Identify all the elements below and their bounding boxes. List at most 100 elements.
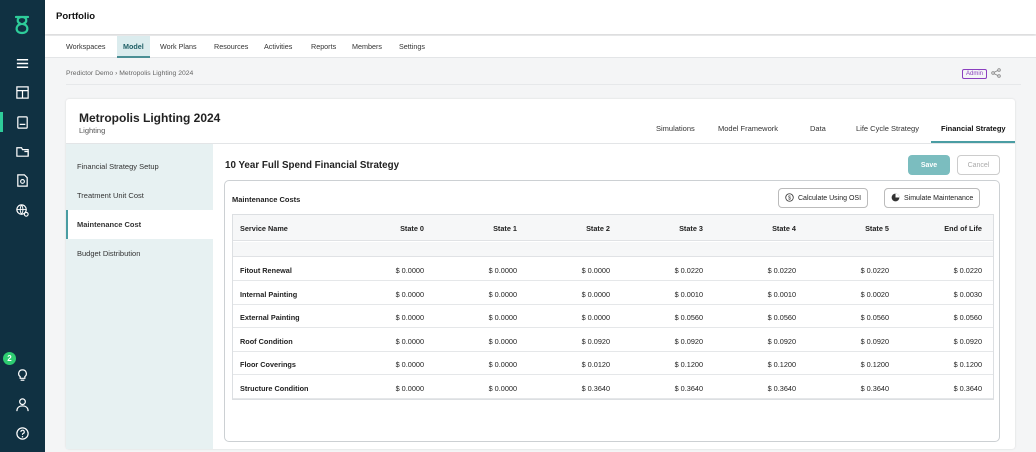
table-row[interactable]: Floor Coverings $ 0.0000 $ 0.0000 $ 0.0120 $… [233, 352, 993, 375]
cost-cell[interactable]: $ 0.0220 [861, 266, 889, 275]
cost-cell[interactable]: $ 0.0020 [861, 290, 889, 299]
cost-cell[interactable]: $ 0.0220 [768, 266, 796, 275]
tab-work-plans[interactable]: Work Plans [154, 36, 203, 58]
cancel-button[interactable]: Cancel [957, 155, 1000, 175]
column-header[interactable]: End of Life [944, 224, 982, 233]
side-nav-budget-distribution[interactable]: Budget Distribution [66, 239, 213, 268]
cost-cell[interactable]: $ 0.0560 [675, 313, 703, 322]
cost-cell[interactable]: $ 0.0920 [675, 337, 703, 346]
side-nav-financial-strategy-setup[interactable]: Financial Strategy Setup [66, 152, 213, 181]
side-nav-treatment-unit-cost[interactable]: Treatment Unit Cost [66, 181, 213, 210]
table-row[interactable]: Roof Condition $ 0.0000 $ 0.0000 $ 0.0920 $ … [233, 329, 993, 352]
cost-cell[interactable]: $ 0.0120 [582, 360, 610, 369]
cost-cell[interactable]: $ 0.0000 [489, 337, 517, 346]
table-row[interactable]: Internal Painting $ 0.0000 $ 0.0000 $ 0.000… [233, 282, 993, 305]
cost-cell[interactable]: $ 0.1200 [861, 360, 889, 369]
column-header[interactable]: State 5 [865, 224, 889, 233]
cost-cell[interactable]: $ 0.3640 [861, 384, 889, 393]
tab-settings[interactable]: Settings [393, 36, 431, 58]
cost-cell[interactable]: $ 0.0560 [768, 313, 796, 322]
tab-model-framework[interactable]: Model Framework [718, 124, 778, 133]
cost-cell[interactable]: $ 0.0920 [582, 337, 610, 346]
dollar-circle-icon: $ [785, 192, 794, 204]
model-icon[interactable] [0, 107, 45, 137]
folders-icon[interactable] [0, 136, 45, 166]
tab-resources[interactable]: Resources [208, 36, 254, 58]
column-header[interactable]: State 1 [493, 224, 517, 233]
column-header[interactable]: Service Name [240, 224, 288, 233]
reports-icon[interactable] [0, 165, 45, 195]
tab-members[interactable]: Members [346, 36, 388, 58]
tab-data[interactable]: Data [810, 124, 826, 133]
cost-cell[interactable]: $ 0.0000 [396, 384, 424, 393]
dashboard-icon[interactable] [0, 77, 45, 107]
table-filter-row [233, 242, 993, 257]
cost-cell[interactable]: $ 0.0920 [861, 337, 889, 346]
divider [66, 84, 1021, 85]
cost-cell[interactable]: $ 0.0920 [768, 337, 796, 346]
cost-cell[interactable]: $ 0.3640 [675, 384, 703, 393]
app-title: Portfolio [56, 11, 96, 22]
cost-cell[interactable]: $ 0.0220 [954, 266, 982, 275]
table-row[interactable]: External Painting $ 0.0000 $ 0.0000 $ 0.000… [233, 305, 993, 328]
cost-cell[interactable]: $ 0.0000 [396, 290, 424, 299]
cost-cell[interactable]: $ 0.0000 [396, 337, 424, 346]
table-row[interactable]: Fitout Renewal $ 0.0000 $ 0.0000 $ 0.0000 $ … [233, 258, 993, 281]
cost-cell[interactable]: $ 0.0000 [396, 266, 424, 275]
table-row[interactable]: Structure Condition $ 0.0000 $ 0.0000 $ 0.3… [233, 376, 993, 399]
share-icon[interactable] [991, 68, 1001, 78]
cost-cell[interactable]: $ 0.0000 [489, 313, 517, 322]
cost-cell[interactable]: $ 0.3640 [768, 384, 796, 393]
tab-simulations[interactable]: Simulations [656, 124, 695, 133]
tab-life-cycle-strategy[interactable]: Life Cycle Strategy [856, 124, 919, 133]
service-name-cell: Floor Coverings [240, 360, 296, 369]
panel-title: Maintenance Costs [232, 195, 301, 204]
tab-activities[interactable]: Activities [258, 36, 298, 58]
cost-cell[interactable]: $ 0.0000 [582, 290, 610, 299]
cost-cell[interactable]: $ 0.0000 [582, 313, 610, 322]
save-button[interactable]: Save [908, 155, 950, 175]
tab-workspaces[interactable]: Workspaces [60, 36, 111, 58]
pie-chart-icon [891, 193, 900, 204]
cost-cell[interactable]: $ 0.0000 [396, 360, 424, 369]
cost-cell[interactable]: $ 0.0030 [954, 290, 982, 299]
menu-icon[interactable] [0, 48, 45, 78]
cost-cell[interactable]: $ 0.3640 [954, 384, 982, 393]
column-header[interactable]: State 3 [679, 224, 703, 233]
main-nav: Workspaces Model Work Plans Resources Ac… [45, 36, 1036, 58]
strategy-title: 10 Year Full Spend Financial Strategy [225, 160, 400, 171]
user-icon[interactable] [0, 389, 45, 419]
cost-cell[interactable]: $ 0.3640 [582, 384, 610, 393]
breadcrumb[interactable]: Predictor Demo › Metropolis Lighting 202… [66, 70, 193, 77]
cost-cell[interactable]: $ 0.0920 [954, 337, 982, 346]
maintenance-costs-table: Service Name State 0 State 1 State 2 State 3… [232, 214, 994, 400]
cost-cell[interactable]: $ 0.0000 [489, 266, 517, 275]
cost-cell[interactable]: $ 0.1200 [954, 360, 982, 369]
tab-model[interactable]: Model [117, 36, 150, 58]
cost-cell[interactable]: $ 0.0560 [954, 313, 982, 322]
column-header[interactable]: State 0 [400, 224, 424, 233]
cost-cell[interactable]: $ 0.0010 [675, 290, 703, 299]
cost-cell[interactable]: $ 0.1200 [768, 360, 796, 369]
cost-cell[interactable]: $ 0.0220 [675, 266, 703, 275]
column-header[interactable]: State 4 [772, 224, 796, 233]
cost-cell[interactable]: $ 0.0000 [489, 290, 517, 299]
cost-cell[interactable]: $ 0.0000 [489, 384, 517, 393]
cost-cell[interactable]: $ 0.0000 [396, 313, 424, 322]
globe-settings-icon[interactable] [0, 195, 45, 225]
cost-cell[interactable]: $ 0.0000 [582, 266, 610, 275]
cost-cell[interactable]: $ 0.0010 [768, 290, 796, 299]
lightbulb-icon[interactable] [0, 360, 45, 390]
cost-cell[interactable]: $ 0.0000 [489, 360, 517, 369]
side-nav-maintenance-cost[interactable]: Maintenance Cost [66, 210, 213, 239]
cost-cell[interactable]: $ 0.0560 [861, 313, 889, 322]
column-header[interactable]: State 2 [586, 224, 610, 233]
cost-cell[interactable]: $ 0.1200 [675, 360, 703, 369]
tab-reports[interactable]: Reports [305, 36, 342, 58]
help-icon[interactable] [0, 418, 45, 448]
tab-financial-strategy[interactable]: Financial Strategy [941, 124, 1006, 133]
top-bar: Portfolio [45, 0, 1036, 34]
simulate-maintenance-button[interactable]: Simulate Maintenance [884, 188, 981, 208]
app-logo[interactable] [11, 14, 33, 36]
calculate-using-osi-button[interactable]: $ Calculate Using OSI [778, 188, 869, 208]
